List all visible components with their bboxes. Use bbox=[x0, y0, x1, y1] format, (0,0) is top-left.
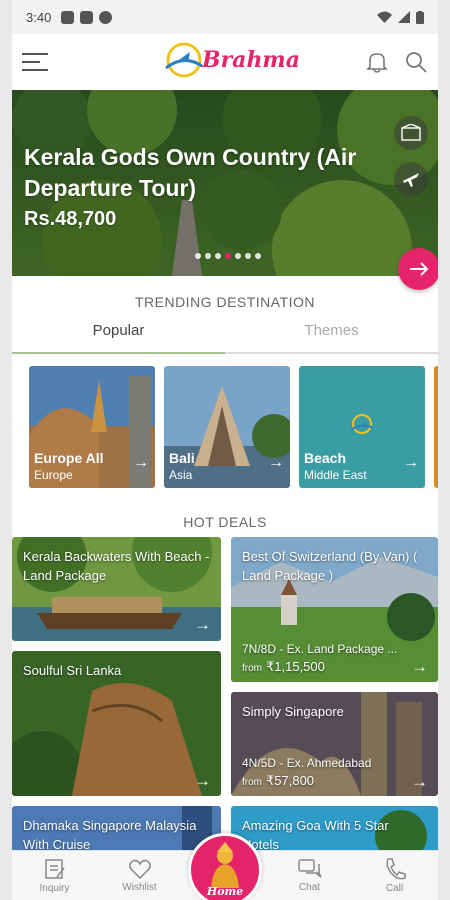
trending-tabs: Popular Themes bbox=[12, 322, 438, 352]
deal-duration: 4N/5D - Ex. Ahmedabad bbox=[242, 756, 372, 770]
tab-popular[interactable]: Popular bbox=[12, 322, 225, 352]
notification-icons bbox=[61, 10, 113, 24]
carousel-dot[interactable] bbox=[245, 253, 251, 259]
system-icons bbox=[377, 10, 424, 24]
destination-card[interactable]: Beach Middle East → bbox=[299, 366, 425, 488]
status-time: 3:40 bbox=[26, 9, 52, 25]
phone-icon bbox=[385, 858, 406, 880]
destination-name: Europe All bbox=[34, 450, 104, 466]
arrow-right-icon: → bbox=[411, 772, 428, 791]
deal-card[interactable]: Kerala Backwaters With Beach - Land Pack… bbox=[12, 537, 221, 641]
deal-price: from ₹57,800 bbox=[242, 773, 314, 789]
hero-title: Kerala Gods Own Country (Air Departure T… bbox=[24, 144, 357, 201]
hamburger-menu-icon[interactable] bbox=[22, 53, 48, 71]
header-actions bbox=[364, 49, 428, 75]
logo-emblem-icon bbox=[165, 42, 203, 78]
arrow-right-icon: → bbox=[268, 454, 284, 471]
arrow-right-icon bbox=[410, 262, 429, 276]
brand-logo[interactable]: Brahma bbox=[162, 40, 300, 80]
destination-region: Europe bbox=[34, 468, 73, 482]
airplane-icon bbox=[403, 173, 419, 187]
tab-underline bbox=[12, 352, 438, 354]
inquiry-icon bbox=[44, 859, 65, 879]
destination-card[interactable] bbox=[434, 366, 438, 488]
gmail-icon bbox=[80, 10, 94, 24]
deal-price-prefix: from bbox=[242, 663, 262, 674]
destination-name: Beach bbox=[304, 450, 347, 466]
hero-next-button[interactable] bbox=[398, 248, 438, 290]
whatsapp-icon bbox=[99, 10, 113, 24]
nav-label: Chat bbox=[298, 882, 321, 893]
hero-price: Rs.48,700 bbox=[24, 208, 117, 230]
arrow-right-icon: → bbox=[194, 771, 211, 790]
destination-name: Bali bbox=[169, 450, 195, 466]
deal-card[interactable]: Best Of Switzerland (By Van) ( Land Pack… bbox=[231, 537, 438, 682]
logo-text: Brahma bbox=[202, 47, 300, 73]
heart-icon bbox=[128, 859, 151, 880]
hero-hotel-badge bbox=[394, 116, 428, 150]
deal-card[interactable]: Simply Singapore 4N/5D - Ex. Ahmedabad f… bbox=[231, 692, 438, 796]
app-screen: 3:40 Brahma Kerala Gods Own Country (Air… bbox=[12, 0, 438, 900]
deal-price: from ₹1,15,500 bbox=[242, 659, 325, 675]
carousel-dot[interactable] bbox=[225, 253, 231, 259]
status-bar: 3:40 bbox=[12, 0, 438, 34]
deal-title: Amazing Goa With 5 Star Hotels bbox=[242, 818, 389, 852]
nav-label: Inquiry bbox=[39, 883, 70, 894]
hero-flight-badge bbox=[394, 162, 428, 196]
destination-card[interactable]: Europe All Europe → bbox=[29, 366, 155, 488]
hero-banner[interactable]: Kerala Gods Own Country (Air Departure T… bbox=[12, 90, 438, 276]
deal-title: Simply Singapore bbox=[242, 704, 344, 719]
carousel-dots bbox=[195, 253, 261, 259]
signal-icon bbox=[398, 11, 410, 23]
nav-call[interactable]: Call bbox=[352, 851, 437, 900]
nav-inquiry[interactable]: Inquiry bbox=[12, 851, 97, 900]
nav-label: Home bbox=[206, 885, 244, 898]
deal-price-prefix: from bbox=[242, 777, 262, 788]
nav-chat[interactable]: Chat bbox=[267, 851, 352, 900]
deal-title: Soulful Sri Lanka bbox=[23, 663, 122, 678]
arrow-right-icon: → bbox=[411, 657, 428, 676]
trending-title: TRENDING DESTINATION bbox=[134, 294, 316, 310]
carousel-dot[interactable] bbox=[195, 253, 201, 259]
destination-carousel: Europe All Europe → Bali Asia → Beach Mi… bbox=[12, 366, 438, 488]
destination-card[interactable]: Bali Asia → bbox=[164, 366, 290, 488]
nav-label: Wishlist bbox=[122, 882, 157, 893]
deal-price-value: ₹57,800 bbox=[266, 773, 315, 788]
carousel-dot[interactable] bbox=[205, 253, 211, 259]
deal-title: Best Of Switzerland (By Van) ( Land Pack… bbox=[242, 549, 418, 583]
carousel-dot[interactable] bbox=[215, 253, 221, 259]
deal-title: Kerala Backwaters With Beach - Land Pack… bbox=[23, 549, 210, 583]
nav-label: Call bbox=[385, 883, 404, 894]
carousel-dot[interactable] bbox=[255, 253, 261, 259]
nav-home[interactable]: Home bbox=[188, 833, 262, 900]
notification-bell-icon[interactable] bbox=[364, 49, 390, 75]
chat-icon bbox=[297, 859, 322, 878]
arrow-right-icon: → bbox=[194, 615, 211, 634]
arrow-right-icon: → bbox=[403, 454, 419, 471]
hotel-icon bbox=[401, 124, 421, 141]
battery-icon bbox=[416, 10, 424, 24]
deal-title: Dhamaka Singapore Malaysia With Cruise bbox=[23, 818, 197, 852]
wifi-icon bbox=[377, 11, 392, 23]
app-header: Brahma bbox=[12, 34, 438, 90]
nav-wishlist[interactable]: Wishlist bbox=[97, 851, 182, 900]
tab-themes[interactable]: Themes bbox=[225, 322, 438, 352]
carousel-dot[interactable] bbox=[235, 253, 241, 259]
search-icon[interactable] bbox=[404, 50, 428, 74]
arrow-right-icon: → bbox=[133, 454, 149, 471]
deal-price-value: ₹1,15,500 bbox=[266, 659, 325, 674]
active-tab-indicator bbox=[12, 352, 225, 354]
destination-region: Asia bbox=[169, 468, 193, 482]
deal-card[interactable]: Soulful Sri Lanka → bbox=[12, 651, 221, 796]
message-icon bbox=[61, 10, 75, 24]
hot-deals-title: HOT DEALS bbox=[183, 514, 267, 530]
destination-region: Middle East bbox=[304, 468, 367, 482]
deal-duration: 7N/8D - Ex. Land Package ... bbox=[242, 642, 398, 656]
